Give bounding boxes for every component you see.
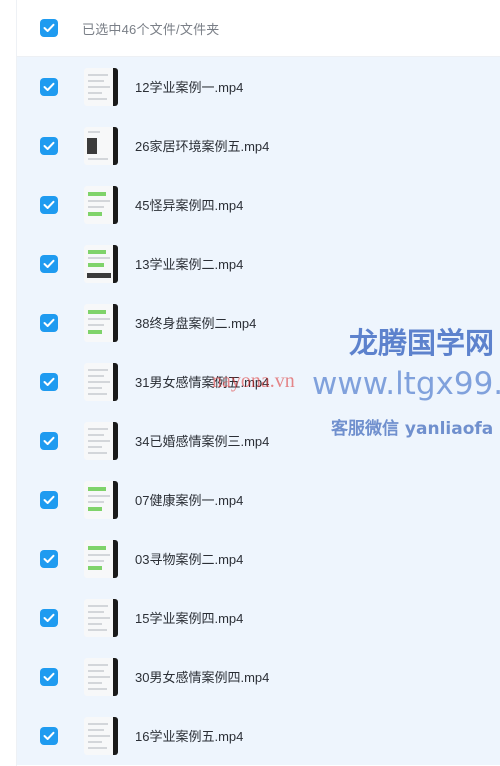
file-name[interactable]: 15学业案例四.mp4 [135, 608, 243, 627]
file-checkbox[interactable] [40, 726, 58, 745]
file-checkbox[interactable] [40, 549, 58, 568]
file-name[interactable]: 12学业案例一.mp4 [135, 77, 243, 96]
file-row[interactable]: 15学业案例四.mp4 [17, 588, 500, 647]
file-row[interactable]: 13学业案例二.mp4 [17, 234, 500, 293]
video-thumbnail[interactable] [84, 126, 118, 165]
left-rail [0, 0, 17, 766]
file-list: 12学业案例一.mp4 26家居环境案例五.mp4 45怪异案例四.mp4 13学业案… [17, 57, 500, 765]
video-thumbnail[interactable] [84, 480, 118, 519]
checkmark-icon [43, 82, 55, 91]
file-checkbox[interactable] [40, 490, 58, 509]
selection-count-label: 已选中46个文件/文件夹 [82, 21, 220, 37]
file-name[interactable]: 03寻物案例二.mp4 [135, 549, 243, 568]
file-name[interactable]: 13学业案例二.mp4 [135, 254, 243, 273]
checkmark-icon [43, 259, 55, 268]
file-row[interactable]: 03寻物案例二.mp4 [17, 529, 500, 588]
file-browser: 已选中46个文件/文件夹 12学业案例一.mp4 26家居环境案例五.mp4 45怪… [0, 0, 500, 766]
file-row[interactable]: 26家居环境案例五.mp4 [17, 116, 500, 175]
video-thumbnail[interactable] [84, 244, 118, 283]
file-name[interactable]: 34已婚感情案例三.mp4 [135, 431, 269, 450]
file-row[interactable]: 16学业案例五.mp4 [17, 706, 500, 765]
checkmark-icon [43, 731, 55, 740]
video-thumbnail[interactable] [84, 303, 118, 342]
file-checkbox[interactable] [40, 608, 58, 627]
file-row[interactable]: 30男女感情案例四.mp4 [17, 647, 500, 706]
file-name[interactable]: 26家居环境案例五.mp4 [135, 136, 269, 155]
file-checkbox[interactable] [40, 77, 58, 96]
video-thumbnail[interactable] [84, 716, 118, 755]
file-name[interactable]: 16学业案例五.mp4 [135, 726, 243, 745]
file-name[interactable]: 38终身盘案例二.mp4 [135, 313, 256, 332]
video-thumbnail[interactable] [84, 67, 118, 106]
checkmark-icon [43, 436, 55, 445]
video-thumbnail[interactable] [84, 362, 118, 401]
video-thumbnail[interactable] [84, 185, 118, 224]
file-row[interactable]: 45怪异案例四.mp4 [17, 175, 500, 234]
video-thumbnail[interactable] [84, 598, 118, 637]
video-thumbnail[interactable] [84, 657, 118, 696]
file-checkbox[interactable] [40, 254, 58, 273]
file-name[interactable]: 30男女感情案例四.mp4 [135, 667, 269, 686]
file-row[interactable]: 31男女感情案例五.mp4 [17, 352, 500, 411]
select-all-checkbox[interactable] [40, 19, 58, 37]
checkmark-icon [43, 377, 55, 386]
file-checkbox[interactable] [40, 372, 58, 391]
file-row[interactable]: 38终身盘案例二.mp4 [17, 293, 500, 352]
selection-header: 已选中46个文件/文件夹 [17, 0, 500, 57]
checkmark-icon [43, 672, 55, 681]
file-checkbox[interactable] [40, 136, 58, 155]
checkmark-icon [43, 495, 55, 504]
file-name[interactable]: 31男女感情案例五.mp4 [135, 372, 269, 391]
file-row[interactable]: 07健康案例一.mp4 [17, 470, 500, 529]
video-thumbnail[interactable] [84, 539, 118, 578]
file-name[interactable]: 07健康案例一.mp4 [135, 490, 243, 509]
checkmark-icon [43, 141, 55, 150]
checkmark-icon [43, 23, 55, 32]
checkmark-icon [43, 200, 55, 209]
file-row[interactable]: 34已婚感情案例三.mp4 [17, 411, 500, 470]
file-row[interactable]: 12学业案例一.mp4 [17, 57, 500, 116]
file-checkbox[interactable] [40, 431, 58, 450]
checkmark-icon [43, 318, 55, 327]
file-checkbox[interactable] [40, 313, 58, 332]
file-checkbox[interactable] [40, 667, 58, 686]
video-thumbnail[interactable] [84, 421, 118, 460]
file-checkbox[interactable] [40, 195, 58, 214]
checkmark-icon [43, 554, 55, 563]
checkmark-icon [43, 613, 55, 622]
file-name[interactable]: 45怪异案例四.mp4 [135, 195, 243, 214]
